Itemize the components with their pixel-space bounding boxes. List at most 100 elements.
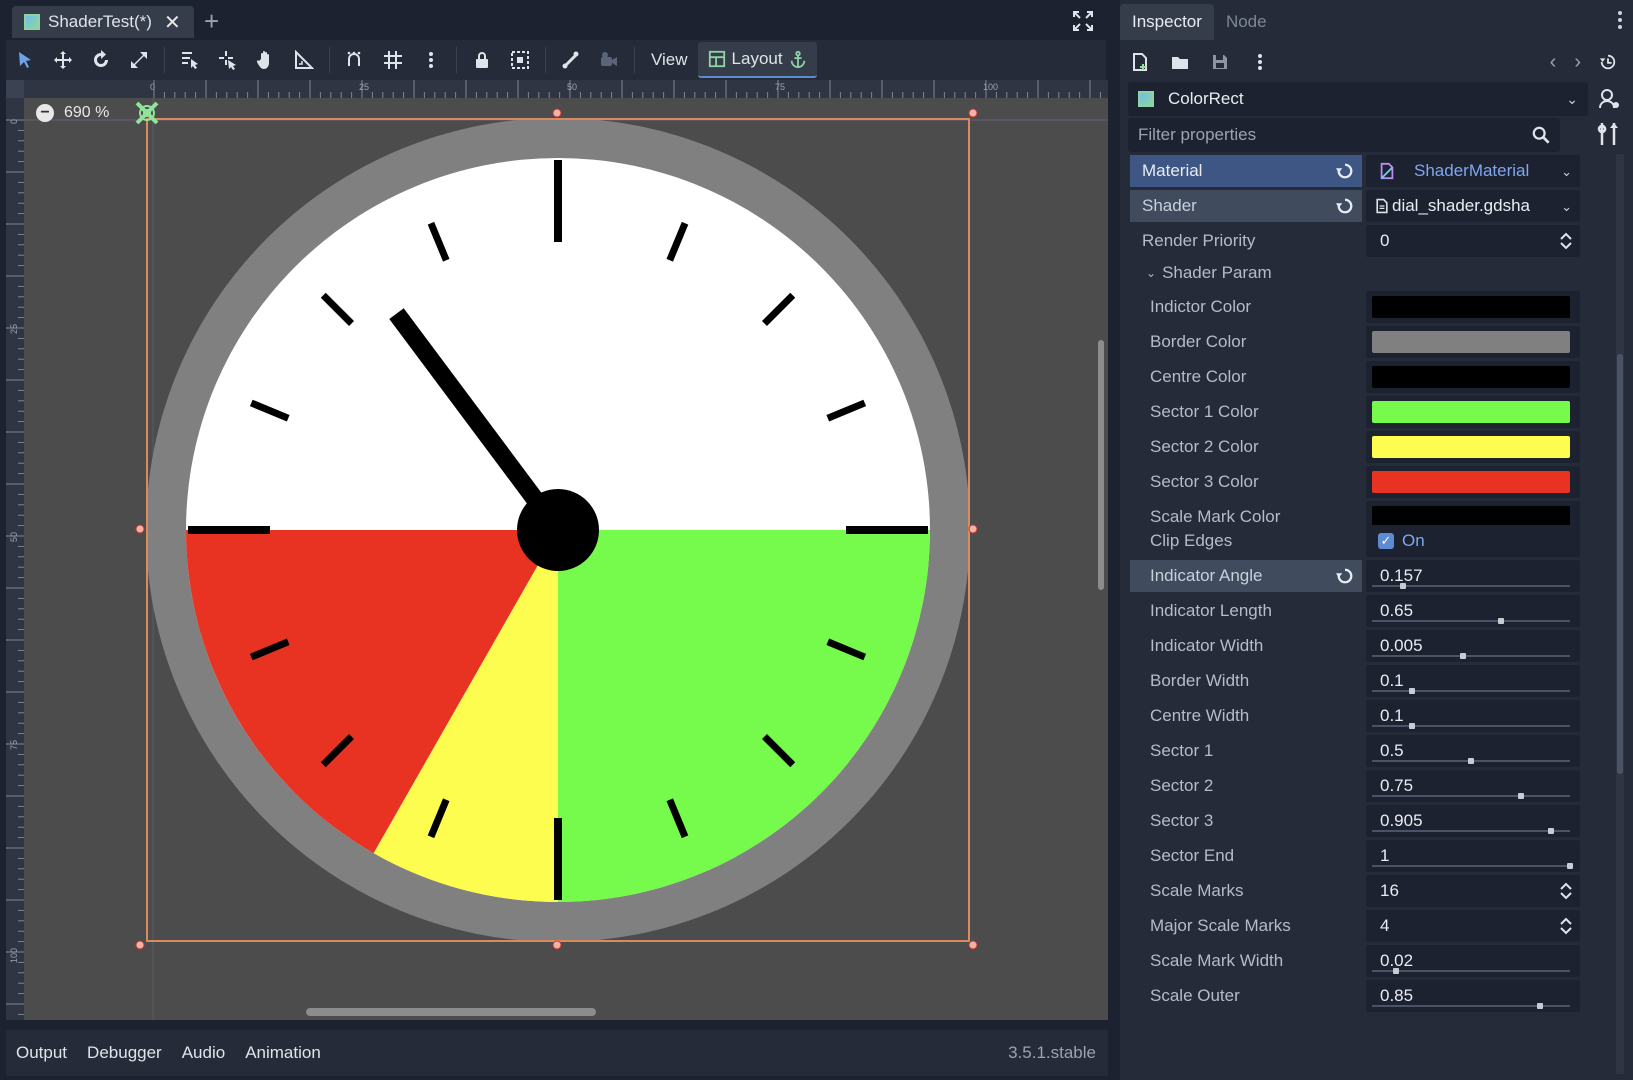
slider-track[interactable] — [1372, 620, 1570, 622]
close-icon[interactable]: ✕ — [164, 10, 181, 35]
slider-track[interactable] — [1372, 830, 1570, 832]
bottom-tab-animation[interactable]: Animation — [235, 1043, 331, 1063]
horizontal-scrollbar[interactable] — [306, 1008, 596, 1016]
clip-edges-checkbox[interactable]: ✓ On — [1366, 525, 1580, 557]
select-tool-button[interactable] — [6, 42, 44, 78]
slider-grabber[interactable] — [1468, 758, 1474, 764]
slider-grabber[interactable] — [1567, 863, 1573, 869]
color-picker-button[interactable] — [1366, 291, 1580, 323]
slider-track[interactable] — [1372, 865, 1570, 867]
pan-tool-button[interactable] — [247, 42, 285, 78]
slider-grabber[interactable] — [1400, 583, 1407, 589]
slider-field[interactable]: 0.905 — [1366, 805, 1580, 837]
chevron-right-icon[interactable]: › — [1574, 51, 1581, 74]
color-picker-button[interactable] — [1366, 466, 1580, 498]
save-resource-button[interactable] — [1200, 44, 1240, 80]
group-button[interactable] — [501, 42, 539, 78]
bottom-tab-debugger[interactable]: Debugger — [77, 1043, 172, 1063]
spin-arrows-icon[interactable] — [1560, 916, 1572, 936]
slider-track[interactable] — [1372, 970, 1570, 972]
rotate-tool-button[interactable] — [82, 42, 120, 78]
scale-marks-spinbox[interactable]: 16 — [1366, 875, 1580, 907]
tab-node[interactable]: Node — [1214, 4, 1279, 40]
slider-grabber[interactable] — [1408, 688, 1415, 694]
bottom-tab-output[interactable]: Output — [6, 1043, 77, 1063]
slider-field[interactable]: 1 — [1366, 840, 1580, 872]
resize-handle[interactable] — [552, 940, 562, 950]
spin-arrows-icon[interactable] — [1560, 231, 1572, 251]
slider-grabber[interactable] — [1548, 828, 1555, 834]
slider-grabber[interactable] — [1392, 968, 1399, 974]
resize-handle[interactable] — [968, 524, 978, 534]
kebab-icon[interactable] — [1617, 10, 1623, 30]
color-picker-button[interactable] — [1366, 396, 1580, 428]
slider-track[interactable] — [1372, 795, 1570, 797]
object-selector[interactable]: ColorRect ⌄ — [1128, 82, 1588, 116]
smart-snap-button[interactable] — [336, 42, 374, 78]
slider-field[interactable]: 0.005 — [1366, 630, 1580, 662]
shader-param-section[interactable]: ⌄ Shader Param — [1146, 258, 1272, 288]
resize-handle[interactable] — [135, 524, 145, 534]
scrollbar-thumb[interactable] — [1617, 354, 1623, 774]
scene-tab-shadertest[interactable]: ShaderTest(*) ✕ — [12, 6, 194, 38]
property-tools-icon[interactable] — [1594, 120, 1622, 148]
view-menu[interactable]: View — [641, 42, 698, 78]
slider-track[interactable] — [1372, 690, 1570, 692]
major-scale-marks-spinbox[interactable]: 4 — [1366, 910, 1580, 942]
revert-icon[interactable] — [1336, 197, 1354, 215]
slider-field[interactable]: 0.1 — [1366, 665, 1580, 697]
ruler-tool-button[interactable] — [285, 42, 323, 78]
color-picker-button[interactable] — [1366, 361, 1580, 393]
material-resource-picker[interactable]: ShaderMaterial ⌄ — [1366, 155, 1580, 187]
pivot-tool-button[interactable] — [209, 42, 247, 78]
spin-arrows-icon[interactable] — [1560, 881, 1572, 901]
slider-grabber[interactable] — [1408, 723, 1415, 729]
anchor-gizmo-icon[interactable] — [135, 101, 159, 125]
slider-field[interactable]: 0.65 — [1366, 595, 1580, 627]
resize-handle[interactable] — [135, 940, 145, 950]
history-icon[interactable] — [1599, 53, 1617, 71]
new-resource-button[interactable] — [1120, 44, 1160, 80]
render-priority-spinbox[interactable]: 0 — [1366, 225, 1580, 257]
slider-grabber[interactable] — [1460, 653, 1467, 659]
tab-inspector[interactable]: Inspector — [1120, 4, 1214, 40]
shader-resource-picker[interactable]: dial_shader.gdsha ⌄ — [1366, 190, 1580, 222]
list-select-button[interactable] — [171, 42, 209, 78]
add-tab-button[interactable]: + — [204, 6, 219, 36]
slider-field[interactable]: 0.75 — [1366, 770, 1580, 802]
fullscreen-icon[interactable] — [1072, 10, 1094, 32]
grid-snap-button[interactable] — [374, 42, 412, 78]
load-resource-button[interactable] — [1160, 44, 1200, 80]
camera-override-button[interactable] — [590, 42, 628, 78]
bottom-tab-audio[interactable]: Audio — [172, 1043, 235, 1063]
slider-track[interactable] — [1372, 725, 1570, 727]
canvas-viewport[interactable]: 0 25 50 75 100 0 25 50 75 100 − 690 % — [6, 80, 1108, 1020]
object-properties-icon[interactable] — [1596, 86, 1622, 112]
filter-properties-input[interactable]: Filter properties — [1128, 118, 1560, 152]
chevron-left-icon[interactable]: ‹ — [1550, 51, 1557, 74]
color-picker-button[interactable] — [1366, 326, 1580, 358]
slider-field[interactable]: 0.1 — [1366, 700, 1580, 732]
zoom-out-button[interactable]: − — [36, 104, 54, 122]
slider-field[interactable]: 0.02 — [1366, 945, 1580, 977]
slider-grabber[interactable] — [1537, 1003, 1544, 1009]
slider-field[interactable]: 0.5 — [1366, 735, 1580, 767]
zoom-level[interactable]: 690 % — [64, 104, 109, 122]
snap-options-button[interactable] — [412, 42, 450, 78]
scale-tool-button[interactable] — [120, 42, 158, 78]
slider-grabber[interactable] — [1497, 618, 1504, 624]
resource-options-button[interactable] — [1240, 44, 1280, 80]
resize-handle[interactable] — [968, 940, 978, 950]
lock-button[interactable] — [463, 42, 501, 78]
revert-icon[interactable] — [1336, 162, 1354, 180]
layout-menu[interactable]: Layout — [697, 42, 817, 78]
resize-handle[interactable] — [552, 108, 562, 118]
slider-field[interactable]: 0.157 — [1366, 560, 1580, 592]
vertical-scrollbar[interactable] — [1098, 340, 1104, 590]
move-tool-button[interactable] — [44, 42, 82, 78]
slider-field[interactable]: 0.85 — [1366, 980, 1580, 1012]
slider-grabber[interactable] — [1517, 793, 1524, 799]
resize-handle[interactable] — [968, 108, 978, 118]
color-picker-button[interactable] — [1366, 431, 1580, 463]
inspector-scrollbar[interactable] — [1616, 154, 1624, 1074]
